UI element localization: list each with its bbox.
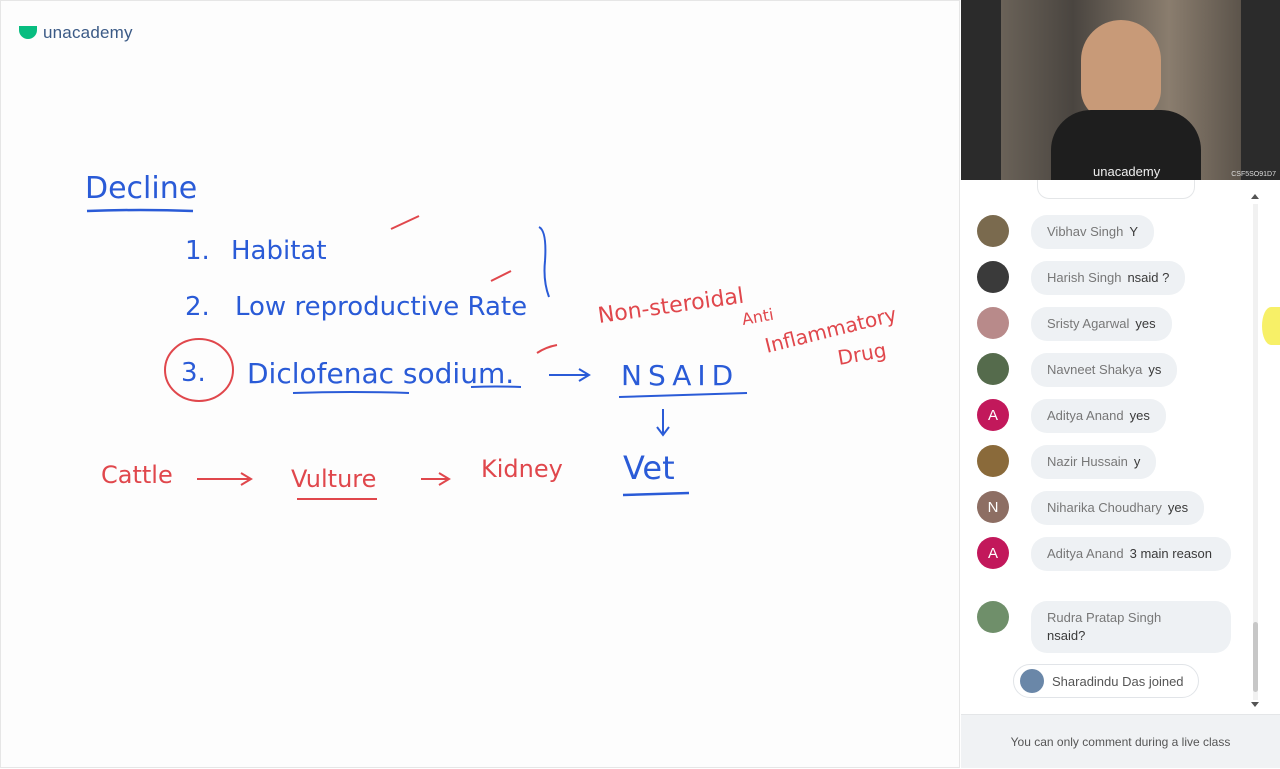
- sender-name: Navneet Shakya: [1047, 362, 1143, 377]
- message-bubble: Sristy Agarwal yes: [1031, 307, 1172, 341]
- chat-scrollbar[interactable]: [1249, 190, 1263, 714]
- chain-vulture: Vulture: [291, 465, 376, 493]
- scroll-down-arrow-icon[interactable]: [1251, 702, 1259, 707]
- shirt-logo-text: unacademy: [1093, 164, 1161, 179]
- message-bubble: Aditya Anand yes: [1031, 399, 1166, 433]
- previous-message-fragment: [1037, 180, 1195, 199]
- nsaid-text: NSAID: [621, 359, 739, 392]
- avatar: A: [977, 399, 1009, 431]
- instructor-face: [1081, 20, 1161, 120]
- brace: [538, 226, 550, 298]
- arrow-cattle-vulture: [197, 472, 253, 486]
- message-text: nsaid ?: [1127, 270, 1170, 285]
- pointer-highlight: [1262, 307, 1280, 345]
- handwriting-canvas: Decline 1. Habitat 2. Low reproductive R…: [85, 171, 899, 500]
- message-text: yes: [1167, 500, 1189, 515]
- avatar: [977, 215, 1009, 247]
- message-text: ys: [1148, 362, 1162, 377]
- arrow-to-nsaid: [549, 368, 591, 382]
- arrow-down-to-vet: [656, 409, 670, 437]
- joined-text: Sharadindu Das joined: [1052, 673, 1184, 689]
- message-text: nsaid?: [1047, 628, 1086, 643]
- avatar: [977, 445, 1009, 477]
- scroll-up-arrow-icon[interactable]: [1251, 194, 1259, 199]
- joined-avatar: [1020, 669, 1044, 693]
- chat-message: Harish Singh nsaid ?: [977, 261, 1186, 295]
- avatar: A: [977, 537, 1009, 569]
- vet-text: Vet: [623, 449, 675, 487]
- sender-name: Aditya Anand: [1047, 408, 1124, 423]
- message-bubble: Harish Singh nsaid ?: [1031, 261, 1186, 295]
- chat-message: Navneet Shakya ys: [977, 353, 1178, 387]
- sender-name: Niharika Choudhary: [1047, 500, 1162, 515]
- expansion-non-steroidal: Non-steroidal: [596, 284, 745, 329]
- chain-cattle: Cattle: [101, 461, 173, 489]
- item-2-number: 2.: [185, 292, 210, 322]
- sender-name: Sristy Agarwal: [1047, 316, 1130, 331]
- avatar: [977, 261, 1009, 293]
- item-1-number: 1.: [185, 236, 210, 266]
- message-text: yes: [1129, 408, 1150, 423]
- message-bubble: Niharika Choudhary yes: [1031, 491, 1205, 525]
- sender-name: Aditya Anand: [1047, 546, 1124, 561]
- footer-text: You can only comment during a live class: [1010, 734, 1231, 749]
- arrow-vulture-kidney: [421, 472, 451, 486]
- heading-decline: Decline: [85, 171, 197, 206]
- expansion-anti: Anti: [740, 305, 775, 329]
- sender-name: Nazir Hussain: [1047, 454, 1128, 469]
- message-bubble: Rudra Pratap Singh nsaid?: [1031, 601, 1231, 653]
- avatar: [977, 307, 1009, 339]
- underline-sodium: [470, 385, 522, 388]
- chat-message: N Niharika Choudhary yes: [977, 491, 1205, 525]
- chat-message: A Aditya Anand yes: [977, 399, 1166, 433]
- sender-name: Harish Singh: [1047, 270, 1122, 285]
- chat-message: A Aditya Anand 3 main reason: [977, 537, 1231, 571]
- video-feed: unacademy: [1001, 0, 1241, 180]
- item-3-text: Diclofenac sodium.: [247, 357, 514, 390]
- whiteboard: unacademy Decline 1. Habitat 2. Low repr…: [0, 0, 960, 768]
- item-3-number: 3.: [181, 358, 206, 388]
- check-mark-3: [536, 344, 558, 354]
- sender-name: Vibhav Singh: [1047, 224, 1124, 239]
- check-mark-2: [490, 270, 512, 282]
- heading-underline: [86, 208, 194, 213]
- chain-kidney: Kidney: [481, 455, 563, 483]
- underline-diclofenac: [292, 391, 410, 394]
- message-bubble: Nazir Hussain y: [1031, 445, 1157, 479]
- chat-message: Nazir Hussain y: [977, 445, 1157, 479]
- user-joined-notice: Sharadindu Das joined: [1013, 664, 1199, 698]
- instructor-video: unacademy CSF5SO91D7: [961, 0, 1280, 180]
- chat-message: Sristy Agarwal yes: [977, 307, 1172, 341]
- item-1-text: Habitat: [231, 236, 327, 266]
- avatar: [977, 601, 1009, 633]
- check-mark-1: [390, 215, 420, 230]
- chat-panel: Vibhav Singh Y Harish Singh nsaid ? Sristy…: [961, 180, 1280, 714]
- avatar: [977, 353, 1009, 385]
- sender-name: Rudra Pratap Singh: [1047, 610, 1162, 625]
- item-2-text: Low reproductive Rate: [235, 292, 527, 322]
- vet-underline: [622, 491, 690, 497]
- scroll-thumb[interactable]: [1253, 622, 1258, 692]
- expansion-drug: Drug: [836, 338, 888, 370]
- chat-message: Rudra Pratap Singh nsaid?: [977, 601, 1231, 653]
- stream-id: CSF5SO91D7: [1231, 171, 1276, 178]
- comment-disabled-footer: You can only comment during a live class: [961, 714, 1280, 768]
- nsaid-underline: [618, 392, 748, 398]
- message-text: 3 main reason: [1129, 546, 1213, 561]
- message-bubble: Aditya Anand 3 main reason: [1031, 537, 1231, 571]
- message-text: Y: [1129, 224, 1139, 239]
- avatar: N: [977, 491, 1009, 523]
- message-bubble: Navneet Shakya ys: [1031, 353, 1178, 387]
- message-bubble: Vibhav Singh Y: [1031, 215, 1155, 249]
- message-text: yes: [1135, 316, 1156, 331]
- message-text: y: [1133, 454, 1141, 469]
- chat-message: Vibhav Singh Y: [977, 215, 1155, 249]
